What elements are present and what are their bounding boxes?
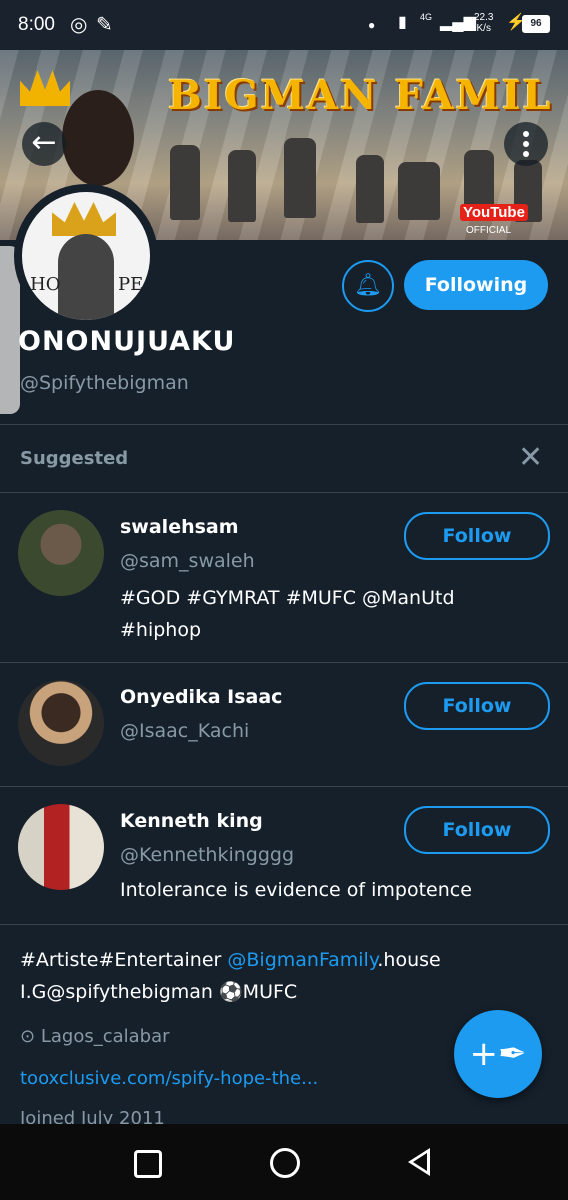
compose-tweet-button[interactable]: +✒: [454, 1010, 542, 1098]
user-avatar[interactable]: [18, 510, 104, 596]
banner-portrait: [62, 90, 134, 186]
avatar-figure: [58, 234, 114, 320]
user-avatar[interactable]: [18, 804, 104, 890]
profile-avatar[interactable]: HO PE: [14, 184, 158, 328]
back-button[interactable]: ←: [22, 122, 66, 166]
network-type: 4G: [420, 12, 433, 22]
notifications-bell-button[interactable]: 🔔︎: [342, 260, 394, 312]
signal-icon: ▂▄▆: [440, 14, 476, 31]
status-bar: 8:00 ◎ ✎ ● ▮ 4G ▂▄▆ 22.3 K/s ⚡ 96: [0, 0, 568, 50]
net-speed: 22.3 K/s: [474, 12, 494, 34]
dot-icon: ●: [368, 18, 376, 32]
user-name[interactable]: swalehsam: [120, 516, 239, 538]
close-icon[interactable]: ✕: [518, 440, 543, 476]
suggested-user-card[interactable]: Onyedika Isaac @Isaac_Kachi Follow: [0, 662, 568, 786]
system-back-button[interactable]: [408, 1148, 430, 1176]
feather-plus-icon: +✒: [469, 1034, 527, 1074]
system-nav-bar: [0, 1124, 568, 1200]
user-name[interactable]: Kenneth king: [120, 810, 263, 832]
app-notification-icon: ◎: [70, 14, 88, 36]
profile-website-link[interactable]: tooxclusive.com/spify-hope-the...: [20, 1068, 318, 1089]
suggested-user-card[interactable]: Kenneth king @Kennethkingggg Intolerance…: [0, 786, 568, 924]
home-button[interactable]: [270, 1148, 300, 1178]
suggested-title: Suggested: [20, 448, 129, 469]
banner-title: BIGMAN FAMIL: [168, 72, 553, 119]
more-vertical-icon: [523, 131, 529, 137]
tool-icon: ✎: [96, 14, 113, 36]
avatar-text-right: PE: [118, 274, 144, 295]
avatar-text-left: HO: [30, 274, 61, 295]
follow-button[interactable]: Follow: [404, 512, 550, 560]
bio-mention-link[interactable]: @BigmanFamily: [227, 949, 377, 971]
recent-apps-button[interactable]: [134, 1150, 162, 1178]
battery-level: 96: [522, 15, 550, 33]
profile-handle: @Spifythebigman: [20, 372, 189, 394]
youtube-official-label: OFFICIAL: [466, 225, 512, 236]
status-time: 8:00: [18, 14, 55, 35]
bell-plus-icon: 🔔︎: [354, 273, 382, 298]
location-pin-icon: ⊙: [20, 1026, 36, 1047]
follow-button[interactable]: Follow: [404, 806, 550, 854]
vibrate-icon: ▮: [398, 14, 407, 31]
user-bio: Intolerance is evidence of impotence: [120, 879, 472, 901]
user-name[interactable]: Onyedika Isaac: [120, 686, 282, 708]
user-avatar[interactable]: [18, 680, 104, 766]
profile-location: ⊙ Lagos_calabar: [20, 1026, 170, 1047]
user-handle: @Kennethkingggg: [120, 844, 295, 866]
following-button[interactable]: Following: [404, 260, 548, 310]
user-handle: @sam_swaleh: [120, 550, 255, 572]
arrow-left-icon: ←: [31, 125, 57, 160]
crown-icon: [52, 202, 116, 236]
follow-button[interactable]: Follow: [404, 682, 550, 730]
profile-name: ONONUJUAKU: [18, 326, 236, 357]
user-handle: @Isaac_Kachi: [120, 720, 250, 742]
divider: [0, 924, 568, 925]
youtube-logo: YouTube: [460, 204, 528, 221]
more-options-button[interactable]: [504, 122, 548, 166]
divider: [0, 424, 568, 425]
suggested-user-card[interactable]: swalehsam @sam_swaleh #GOD #GYMRAT #MUFC…: [0, 492, 568, 662]
user-bio: #GOD #GYMRAT #MUFC @ManUtd #hiphop: [120, 587, 455, 641]
profile-bio: #Artiste#Entertainer @BigmanFamily.house…: [20, 949, 441, 1003]
